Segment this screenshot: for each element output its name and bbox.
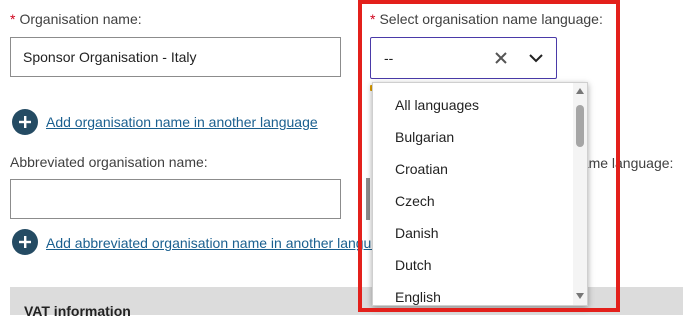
add-abbr-name-link[interactable]: Add abbreviated organisation name in ano… <box>46 235 395 251</box>
add-abbr-name-button[interactable] <box>12 229 38 255</box>
add-org-name-link[interactable]: Add organisation name in another languag… <box>46 114 318 130</box>
plus-icon <box>19 116 31 128</box>
vat-section-title: VAT information <box>24 303 131 319</box>
org-name-label: * Organisation name: <box>10 11 142 27</box>
required-asterisk: * <box>10 11 16 27</box>
org-name-input[interactable]: Sponsor Organisation - Italy <box>10 37 341 77</box>
abbr-name-label: Abbreviated organisation name: <box>10 154 208 170</box>
highlight-frame <box>358 0 620 312</box>
abbr-name-input[interactable] <box>10 179 341 219</box>
org-name-input-value: Sponsor Organisation - Italy <box>23 49 197 65</box>
add-org-name-button[interactable] <box>12 109 38 135</box>
org-name-label-text: Organisation name: <box>19 11 142 27</box>
plus-icon <box>19 236 31 248</box>
